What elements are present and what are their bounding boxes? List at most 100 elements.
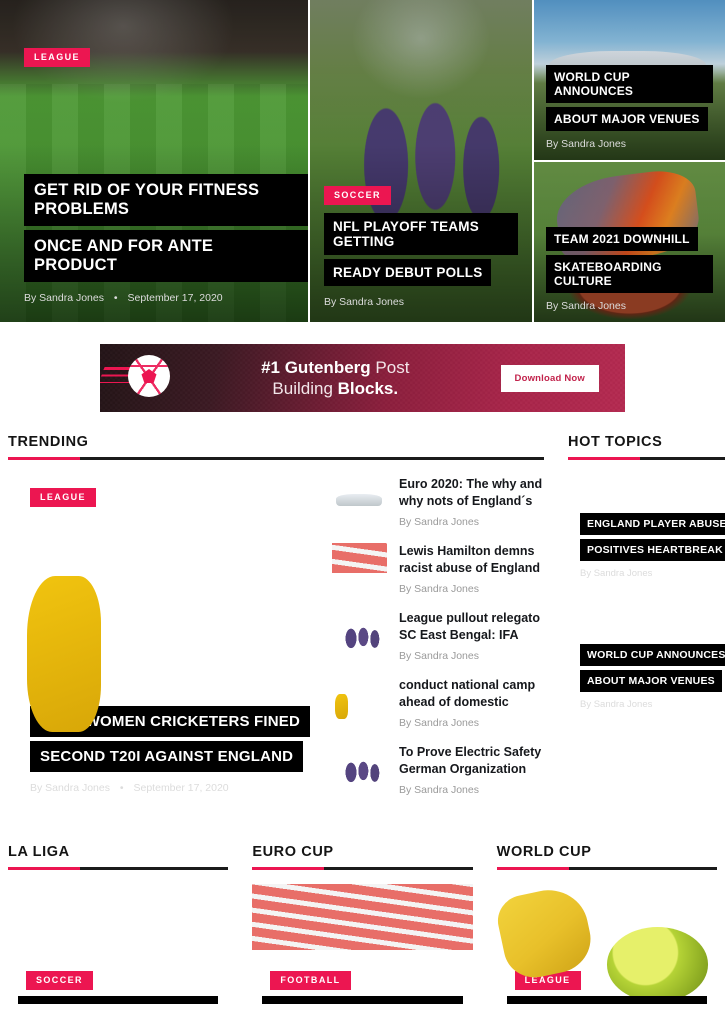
- section-euro-cup: EURO CUP FOOTBALL: [252, 844, 473, 1004]
- hot-topic-title[interactable]: WORLD CUP ANNOUNCES ABOUT MAJOR VENUES: [580, 644, 725, 692]
- hot-topic-card[interactable]: WORLD CUP ANNOUNCES ABOUT MAJOR VENUES B…: [568, 605, 725, 720]
- hero-side-column: FOOTBALL WORLD CUP ANNOUNCES ABOUT MAJOR…: [534, 0, 725, 322]
- hero-fourth-title-line2: SKATEBOARDING CULTURE: [546, 255, 713, 293]
- hero-main-category-tag[interactable]: LEAGUE: [24, 48, 90, 67]
- list-item-author: By Sandra Jones: [399, 716, 479, 729]
- list-item-title: Euro 2020: The why and why nots of Engla…: [399, 477, 543, 509]
- euro-cup-card[interactable]: FOOTBALL: [252, 884, 472, 1004]
- trending-feature-card[interactable]: LEAGUE INDIA WOMEN CRICKETERS FINED SECO…: [8, 474, 318, 814]
- hero-card-third[interactable]: FOOTBALL WORLD CUP ANNOUNCES ABOUT MAJOR…: [534, 0, 725, 160]
- section-la-liga: LA LIGA SOCCER: [8, 844, 229, 1004]
- hot-topics-heading: HOT TOPICS: [568, 434, 663, 450]
- trending-feature-date: September 17, 2020: [133, 782, 229, 794]
- trending-feature-title-line2: SECOND T20I AGAINST ENGLAND: [30, 741, 304, 772]
- hot-topic-title[interactable]: ENGLAND PLAYER ABUSE POSITIVES HEARTBREA…: [580, 513, 725, 561]
- ad-line1-thin: Post: [370, 357, 410, 377]
- euro-cup-title-strip: [262, 996, 463, 1004]
- hero-third-title[interactable]: WORLD CUP ANNOUNCES ABOUT MAJOR VENUES: [546, 65, 713, 131]
- list-item-thumbnail: [332, 744, 387, 799]
- list-item[interactable]: Euro 2020: The why and why nots of Engla…: [332, 476, 544, 531]
- la-liga-heading: LA LIGA: [8, 844, 70, 860]
- la-liga-card[interactable]: SOCCER: [8, 884, 228, 1004]
- list-item-author: By Sandra Jones: [399, 515, 479, 528]
- trending-feature-byline: By Sandra Jones • September 17, 2020: [30, 782, 318, 794]
- hero-second-title[interactable]: NFL PLAYOFF TEAMS GETTING READY DEBUT PO…: [324, 213, 518, 286]
- hot-topic-title-line1: ENGLAND PLAYER ABUSE: [580, 513, 725, 535]
- hero-card-second[interactable]: SOCCER NFL PLAYOFF TEAMS GETTING READY D…: [310, 0, 532, 322]
- hot-topic-title-line1: WORLD CUP ANNOUNCES: [580, 644, 725, 666]
- advertisement-region: #1 Gutenberg Post Building Blocks. Downl…: [0, 322, 725, 428]
- hero-card-fourth[interactable]: LEAGUE TEAM 2021 DOWNHILL SKATEBOARDING …: [534, 162, 725, 322]
- soccer-ball-icon: [103, 355, 170, 401]
- list-item-title: Lewis Hamilton demns racist abuse of Eng…: [399, 544, 541, 576]
- list-item[interactable]: League pullout relegato SC East Bengal: …: [332, 610, 544, 665]
- byline-separator-dot: •: [119, 782, 124, 794]
- hot-topic-card[interactable]: ENGLAND PLAYER ABUSE POSITIVES HEARTBREA…: [568, 474, 725, 589]
- hero-main-date: September 17, 2020: [127, 292, 223, 304]
- la-liga-header: LA LIGA: [8, 844, 229, 870]
- ad-line1-bold: #1 Gutenberg: [261, 357, 371, 377]
- hero-fourth-author: By Sandra Jones: [546, 300, 626, 312]
- world-cup-title-strip: [506, 996, 707, 1004]
- gutenberg-ad-banner[interactable]: #1 Gutenberg Post Building Blocks. Downl…: [100, 344, 625, 412]
- section-world-cup: WORLD CUP LEAGUE: [496, 844, 717, 1004]
- trending-section-header: TRENDING: [8, 434, 544, 460]
- list-item-author: By Sandra Jones: [399, 649, 479, 662]
- list-item-author: By Sandra Jones: [399, 783, 479, 796]
- la-liga-category-tag[interactable]: SOCCER: [26, 971, 93, 990]
- hero-grid: LEAGUE GET RID OF YOUR FITNESS PROBLEMS …: [0, 0, 725, 322]
- hot-topic-title-line2: ABOUT MAJOR VENUES: [580, 670, 722, 692]
- ad-line2-thin: Building: [272, 379, 338, 398]
- ad-headline: #1 Gutenberg Post Building Blocks.: [170, 357, 501, 400]
- world-cup-heading: WORLD CUP: [496, 844, 592, 860]
- download-now-button[interactable]: Download Now: [500, 364, 599, 392]
- list-item-thumbnail: [332, 677, 387, 732]
- list-item-thumbnail: [332, 610, 387, 665]
- trending-section: TRENDING LEAGUE INDIA WOMEN CRICKETERS F…: [8, 434, 544, 814]
- hero-third-byline: By Sandra Jones: [546, 138, 713, 150]
- list-item[interactable]: conduct national camp ahead of domestic …: [332, 677, 544, 732]
- list-item-title: League pullout relegato SC East Bengal: …: [399, 611, 540, 643]
- list-item-title: conduct national camp ahead of domestic: [399, 678, 536, 710]
- euro-cup-header: EURO CUP: [252, 844, 473, 870]
- la-liga-rule: [8, 867, 229, 870]
- hot-topics-section-header: HOT TOPICS: [568, 434, 725, 460]
- hero-third-title-line2: ABOUT MAJOR VENUES: [546, 107, 708, 131]
- hero-fourth-title[interactable]: TEAM 2021 DOWNHILL SKATEBOARDING CULTURE: [546, 227, 713, 293]
- list-item[interactable]: Lewis Hamilton demns racist abuse of Eng…: [332, 543, 544, 598]
- hero-third-title-line1: WORLD CUP ANNOUNCES: [546, 65, 713, 103]
- hero-second-category-tag[interactable]: SOCCER: [324, 186, 391, 205]
- euro-cup-category-tag[interactable]: FOOTBALL: [270, 971, 351, 990]
- list-item[interactable]: To Prove Electric Safety German Organiza…: [332, 744, 544, 799]
- byline-separator-dot: •: [113, 292, 118, 304]
- list-item-title: To Prove Electric Safety German Organiza…: [399, 745, 542, 777]
- middle-region: TRENDING LEAGUE INDIA WOMEN CRICKETERS F…: [0, 428, 725, 814]
- hero-second-title-line2: READY DEBUT POLLS: [324, 259, 492, 286]
- goalkeeper-figure: [26, 576, 101, 733]
- bottom-sections: LA LIGA SOCCER EURO CUP FOOTBALL WORLD C…: [0, 814, 725, 1004]
- hero-main-author: By Sandra Jones: [24, 292, 104, 304]
- hero-fourth-byline: By Sandra Jones: [546, 300, 713, 312]
- euro-cup-heading: EURO CUP: [252, 844, 334, 860]
- hot-topic-byline: By Sandra Jones: [580, 568, 653, 579]
- hero-second-byline: By Sandra Jones: [324, 296, 518, 308]
- ball-shape: [128, 355, 170, 397]
- hero-card-main[interactable]: LEAGUE GET RID OF YOUR FITNESS PROBLEMS …: [0, 0, 308, 322]
- world-cup-rule: [496, 867, 717, 870]
- trending-heading-rule: [8, 457, 544, 460]
- world-cup-header: WORLD CUP: [496, 844, 717, 870]
- euro-cup-rule: [252, 867, 473, 870]
- hot-topics-section: HOT TOPICS ENGLAND PLAYER ABUSE POSITIVE…: [568, 434, 725, 814]
- trending-feature-category-tag[interactable]: LEAGUE: [30, 488, 96, 507]
- hero-second-title-line1: NFL PLAYOFF TEAMS GETTING: [324, 213, 518, 255]
- la-liga-title-strip: [18, 996, 219, 1004]
- world-cup-card[interactable]: LEAGUE: [497, 884, 717, 1004]
- hot-topic-byline: By Sandra Jones: [580, 699, 653, 710]
- hero-main-title-line1: GET RID OF YOUR FITNESS PROBLEMS: [24, 174, 308, 226]
- trending-heading: TRENDING: [8, 434, 89, 450]
- list-item-author: By Sandra Jones: [399, 582, 479, 595]
- hero-second-author: By Sandra Jones: [324, 296, 404, 308]
- ad-line2-bold: Blocks.: [337, 379, 399, 398]
- hero-main-title[interactable]: GET RID OF YOUR FITNESS PROBLEMS ONCE AN…: [24, 174, 308, 282]
- hero-main-byline: By Sandra Jones • September 17, 2020: [24, 292, 308, 304]
